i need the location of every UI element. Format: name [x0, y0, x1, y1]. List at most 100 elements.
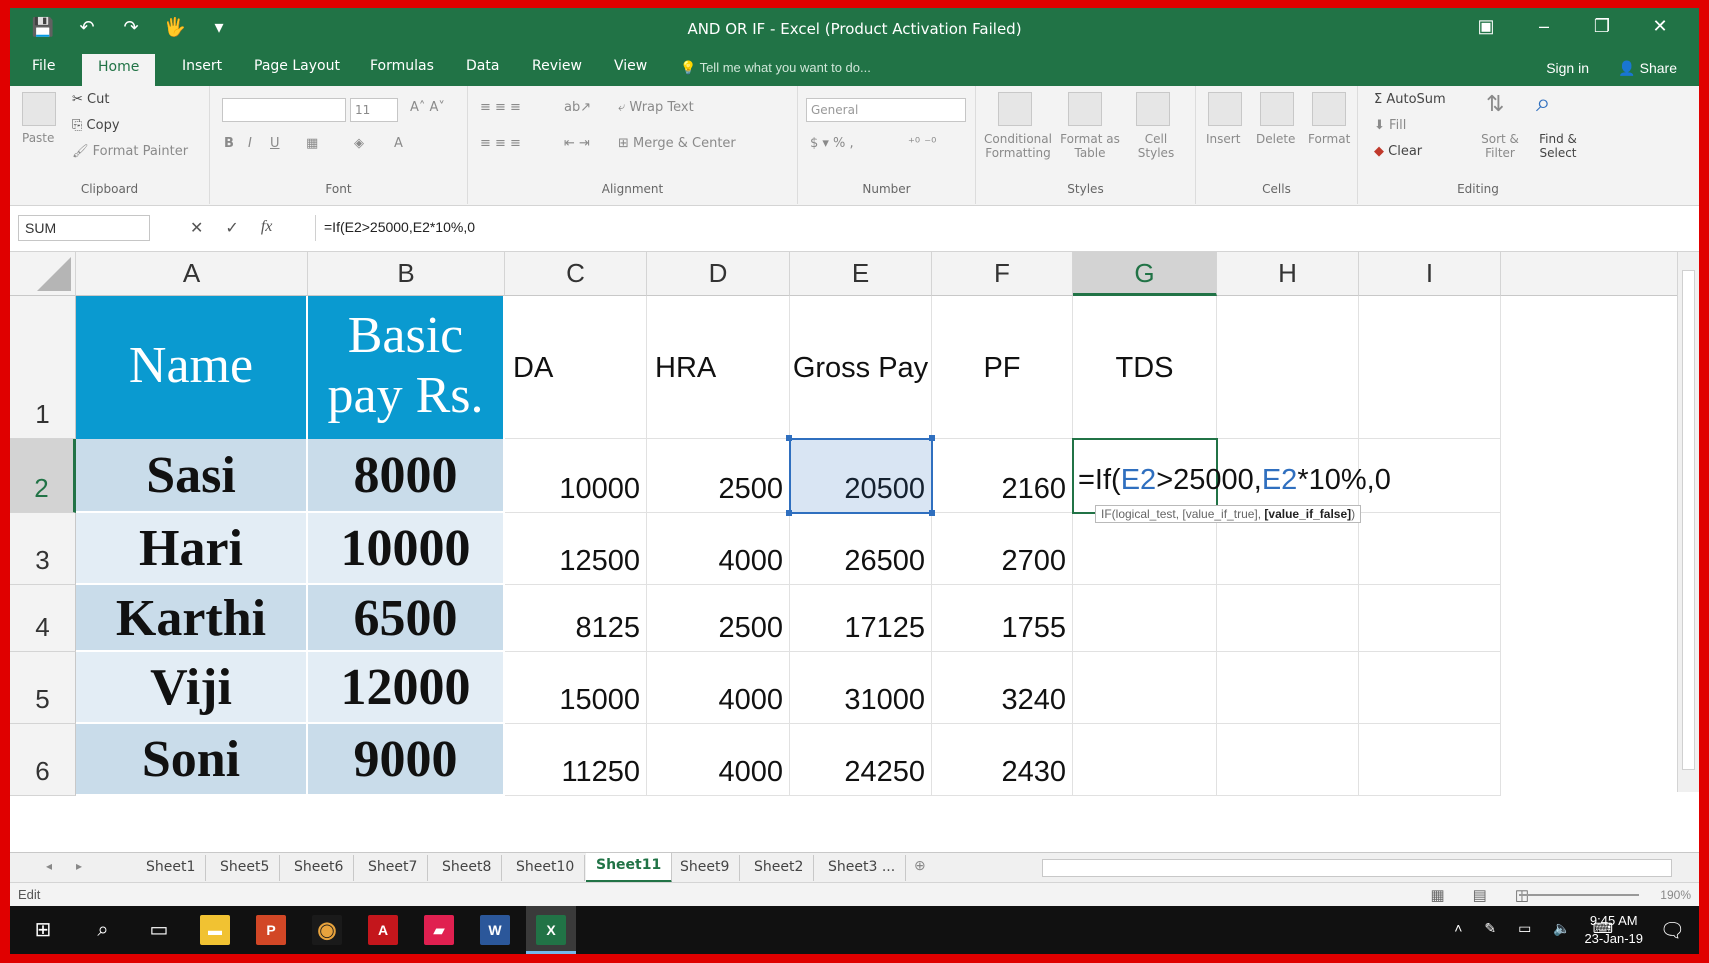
- ref-handle-bl[interactable]: [786, 510, 792, 516]
- tab-insert[interactable]: Insert: [182, 58, 222, 74]
- cell-i4[interactable]: [1359, 585, 1501, 652]
- cell-i5[interactable]: [1359, 652, 1501, 724]
- cell-a5[interactable]: Viji: [76, 652, 308, 724]
- cell-a3[interactable]: Hari: [76, 513, 308, 585]
- row-header-1[interactable]: 1: [10, 296, 76, 439]
- cell-b1[interactable]: Basic pay Rs.: [308, 296, 505, 439]
- insert-button[interactable]: Insert: [1206, 132, 1240, 146]
- powerpoint-icon[interactable]: P: [256, 915, 286, 945]
- cell-c2[interactable]: 10000: [505, 439, 647, 513]
- delete-cells-icon[interactable]: [1260, 92, 1294, 126]
- insert-function-icon[interactable]: fx: [261, 218, 273, 238]
- cell-h6[interactable]: [1217, 724, 1359, 796]
- insert-cells-icon[interactable]: [1208, 92, 1242, 126]
- merge-center-button[interactable]: ⊞ Merge & Center: [618, 136, 736, 151]
- cell-g1[interactable]: TDS: [1073, 296, 1217, 439]
- cut-button[interactable]: ✂ Cut: [72, 92, 109, 107]
- cell-i6[interactable]: [1359, 724, 1501, 796]
- column-header-f[interactable]: F: [932, 252, 1073, 296]
- bold-button[interactable]: B: [224, 136, 234, 151]
- cell-c3[interactable]: 12500: [505, 513, 647, 585]
- cell-e5[interactable]: 31000: [790, 652, 932, 724]
- minimize-icon[interactable]: –: [1515, 16, 1573, 37]
- tab-data[interactable]: Data: [466, 58, 499, 74]
- app-icon[interactable]: ▰: [424, 915, 454, 945]
- cell-edit-text[interactable]: =If(E2>25000,E2*10%,0: [1078, 464, 1391, 497]
- row-header-3[interactable]: 3: [10, 513, 76, 585]
- vertical-scroll-thumb[interactable]: [1682, 270, 1695, 770]
- borders-icon[interactable]: ▦: [306, 136, 318, 151]
- horizontal-scrollbar[interactable]: [1042, 859, 1672, 877]
- font-color-icon[interactable]: A: [394, 136, 403, 151]
- row-header-2[interactable]: 2: [10, 439, 76, 513]
- acrobat-icon[interactable]: A: [368, 915, 398, 945]
- column-header-g[interactable]: G: [1073, 252, 1217, 296]
- ref-handle-br[interactable]: [929, 510, 935, 516]
- volume-icon[interactable]: 🔈: [1553, 920, 1570, 937]
- cell-f5[interactable]: 3240: [932, 652, 1073, 724]
- cell-styles-icon[interactable]: [1136, 92, 1170, 126]
- format-button[interactable]: Format: [1308, 132, 1350, 146]
- cell-b5[interactable]: 12000: [308, 652, 505, 724]
- share-button[interactable]: 👤 Share: [1618, 60, 1677, 77]
- cell-a1[interactable]: Name: [76, 296, 308, 439]
- cell-a2[interactable]: Sasi: [76, 439, 308, 513]
- column-header-d[interactable]: D: [647, 252, 790, 296]
- format-table-icon[interactable]: [1068, 92, 1102, 126]
- row-header-5[interactable]: 5: [10, 652, 76, 724]
- column-header-e[interactable]: E: [790, 252, 932, 296]
- format-cells-icon[interactable]: [1312, 92, 1346, 126]
- cell-b2[interactable]: 8000: [308, 439, 505, 513]
- notification-icon[interactable]: 🗨: [1660, 918, 1685, 943]
- add-sheet-icon[interactable]: ⊕: [914, 857, 926, 874]
- cell-h5[interactable]: [1217, 652, 1359, 724]
- battery-icon[interactable]: ▭: [1518, 920, 1531, 937]
- align-left-icon[interactable]: ≡ ≡ ≡: [480, 136, 521, 151]
- sheet-tab[interactable]: Sheet2: [744, 855, 815, 881]
- sheet-tab[interactable]: Sheet5: [210, 855, 281, 881]
- sheet-tab[interactable]: Sheet3 ...: [818, 855, 907, 881]
- sort-icon[interactable]: ⇅: [1486, 92, 1504, 117]
- underline-button[interactable]: U: [270, 136, 280, 151]
- ribbon-display-icon[interactable]: ▣: [1457, 16, 1515, 37]
- cell-h1[interactable]: [1217, 296, 1359, 439]
- cell-e3[interactable]: 26500: [790, 513, 932, 585]
- number-format-select[interactable]: General: [806, 98, 966, 122]
- cell-e6[interactable]: 24250: [790, 724, 932, 796]
- sheet-tab[interactable]: Sheet1: [136, 855, 207, 881]
- tab-page-layout[interactable]: Page Layout: [254, 58, 340, 74]
- cell-c4[interactable]: 8125: [505, 585, 647, 652]
- cell-c6[interactable]: 11250: [505, 724, 647, 796]
- cell-g6[interactable]: [1073, 724, 1217, 796]
- windows-start-icon[interactable]: ⊞: [28, 916, 58, 944]
- tab-home[interactable]: Home: [82, 54, 156, 86]
- cell-i3[interactable]: [1359, 513, 1501, 585]
- italic-button[interactable]: I: [248, 136, 252, 151]
- paste-button[interactable]: Paste: [22, 131, 54, 145]
- cell-d4[interactable]: 2500: [647, 585, 790, 652]
- sheet-tab[interactable]: Sheet6: [284, 855, 355, 881]
- row-header-4[interactable]: 4: [10, 585, 76, 652]
- column-header-h[interactable]: H: [1217, 252, 1359, 296]
- sheet-tab[interactable]: Sheet9: [670, 855, 741, 881]
- cell-c1[interactable]: DA: [505, 296, 647, 439]
- task-view-icon[interactable]: ▭: [144, 916, 174, 944]
- decimal-icon[interactable]: ⁺⁰ ⁻⁰: [908, 136, 936, 151]
- wrap-text-button[interactable]: ⤶ Wrap Text: [618, 100, 694, 115]
- format-painter-button[interactable]: 🖌 Format Painter: [72, 144, 188, 159]
- pen-icon[interactable]: ✎: [1484, 920, 1496, 937]
- name-box[interactable]: SUM: [18, 215, 150, 241]
- cell-g3[interactable]: [1073, 513, 1217, 585]
- sheet-next-icon[interactable]: ▸: [76, 859, 82, 873]
- select-all-button[interactable]: [10, 252, 76, 296]
- sheet-tab[interactable]: Sheet8: [432, 855, 503, 881]
- zoom-slider[interactable]: [1519, 894, 1639, 896]
- cell-d1[interactable]: HRA: [647, 296, 790, 439]
- cell-f6[interactable]: 2430: [932, 724, 1073, 796]
- cell-styles-button[interactable]: Cell Styles: [1126, 132, 1186, 160]
- cell-d2[interactable]: 2500: [647, 439, 790, 513]
- excel-icon[interactable]: X: [536, 915, 566, 945]
- chevron-up-icon[interactable]: ˄: [1454, 920, 1462, 937]
- column-header-b[interactable]: B: [308, 252, 505, 296]
- row-header-6[interactable]: 6: [10, 724, 76, 796]
